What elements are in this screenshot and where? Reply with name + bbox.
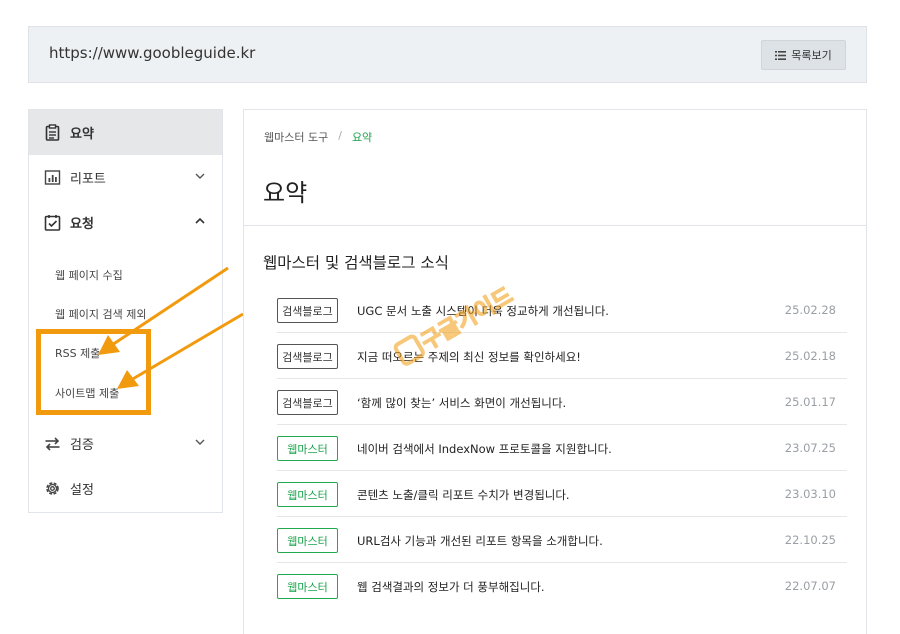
- chevron-down-icon: [195, 439, 205, 445]
- sidebar-item-label: 요약: [70, 127, 94, 142]
- sidebar-item-label: 리포트: [70, 172, 106, 187]
- news-title[interactable]: ‘함께 많이 찾는’ 서비스 화면이 개선됩니다.: [357, 395, 566, 411]
- news-item[interactable]: 검색블로그 UGC 문서 노출 시스템이 더욱 정교하게 개선됩니다. 25.0…: [277, 287, 847, 333]
- news-badge: 검색블로그: [277, 298, 338, 323]
- news-badge: 검색블로그: [277, 390, 338, 415]
- swap-arrows-icon: [45, 437, 60, 451]
- sidebar-item-report[interactable]: 리포트: [29, 155, 222, 200]
- news-item[interactable]: 검색블로그 ‘함께 많이 찾는’ 서비스 화면이 개선됩니다. 25.01.17: [277, 379, 847, 425]
- url-bar: https://www.goobleguide.kr 목록보기: [28, 26, 867, 83]
- sidebar: 요약 리포트 요청 웹 페이지 수집 웹 페이지 검색 제외 RSS 제출 사이…: [28, 109, 223, 513]
- section-title: 웹마스터 및 검색블로그 소식: [263, 254, 449, 272]
- breadcrumb-separator: /: [338, 129, 342, 142]
- clipboard-icon: [45, 124, 60, 141]
- annotation-highlight-box: [36, 329, 151, 415]
- checklist-icon: [44, 215, 61, 231]
- sidebar-item-request[interactable]: 요청: [29, 200, 222, 245]
- news-date: 25.02.28: [784, 303, 836, 317]
- news-title[interactable]: 네이버 검색에서 IndexNow 프로토콜을 지원합니다.: [357, 441, 612, 457]
- chevron-up-icon: [195, 217, 205, 224]
- news-date: 22.10.25: [784, 533, 836, 547]
- news-badge: 웹마스터: [277, 436, 338, 461]
- gear-icon: [46, 482, 59, 495]
- news-title[interactable]: UGC 문서 노출 시스템이 더욱 정교하게 개선됩니다.: [357, 303, 609, 319]
- news-badge: 검색블로그: [277, 344, 338, 369]
- sidebar-item-verify[interactable]: 검증: [29, 421, 222, 466]
- news-date: 22.07.07: [784, 579, 836, 593]
- breadcrumb-parent[interactable]: 웹마스터 도구: [264, 129, 328, 145]
- chevron-down-icon: [195, 173, 205, 179]
- sidebar-item-label: 요청: [70, 217, 94, 232]
- list-view-button[interactable]: 목록보기: [761, 40, 846, 70]
- news-title[interactable]: 지금 떠오르는 주제의 최신 정보를 확인하세요!: [357, 349, 581, 365]
- breadcrumb: 웹마스터 도구 / 요약: [264, 129, 372, 145]
- sidebar-item-summary[interactable]: 요약: [29, 110, 222, 155]
- list-icon: [775, 50, 787, 60]
- news-date: 23.07.25: [784, 441, 836, 455]
- news-title[interactable]: 웹 검색결과의 정보가 더 풍부해집니다.: [357, 579, 545, 595]
- sub-item-page-collect[interactable]: 웹 페이지 수집: [55, 267, 123, 283]
- news-badge: 웹마스터: [277, 528, 338, 553]
- breadcrumb-current: 요약: [351, 131, 373, 144]
- news-badge: 웹마스터: [277, 482, 338, 507]
- sidebar-item-label: 검증: [70, 438, 94, 453]
- main-panel: 웹마스터 도구 / 요약 요약 웹마스터 및 검색블로그 소식 검색블로그 UG…: [243, 109, 867, 634]
- news-badge: 웹마스터: [277, 574, 338, 599]
- news-item[interactable]: 웹마스터 웹 검색결과의 정보가 더 풍부해집니다. 22.07.07: [277, 563, 847, 609]
- news-date: 25.01.17: [784, 395, 836, 409]
- news-title[interactable]: 콘텐츠 노출/클릭 리포트 수치가 변경됩니다.: [357, 487, 570, 503]
- list-view-label: 목록보기: [791, 49, 832, 62]
- sub-item-page-exclude[interactable]: 웹 페이지 검색 제외: [55, 306, 146, 322]
- chart-icon: [44, 170, 61, 185]
- news-item[interactable]: 웹마스터 URL검사 기능과 개선된 리포트 항목을 소개합니다. 22.10.…: [277, 517, 847, 563]
- news-item[interactable]: 웹마스터 콘텐츠 노출/클릭 리포트 수치가 변경됩니다. 23.03.10: [277, 471, 847, 517]
- site-url: https://www.goobleguide.kr: [49, 44, 256, 62]
- sidebar-item-settings[interactable]: 설정: [29, 466, 222, 511]
- news-item[interactable]: 검색블로그 지금 떠오르는 주제의 최신 정보를 확인하세요! 25.02.18: [277, 333, 847, 379]
- news-date: 23.03.10: [784, 487, 836, 501]
- news-item[interactable]: 웹마스터 네이버 검색에서 IndexNow 프로토콜을 지원합니다. 23.0…: [277, 425, 847, 471]
- news-title[interactable]: URL검사 기능과 개선된 리포트 항목을 소개합니다.: [357, 533, 603, 549]
- sidebar-item-label: 설정: [70, 483, 94, 498]
- news-date: 25.02.18: [784, 349, 836, 363]
- divider: [244, 225, 866, 226]
- page-title: 요약: [263, 179, 308, 207]
